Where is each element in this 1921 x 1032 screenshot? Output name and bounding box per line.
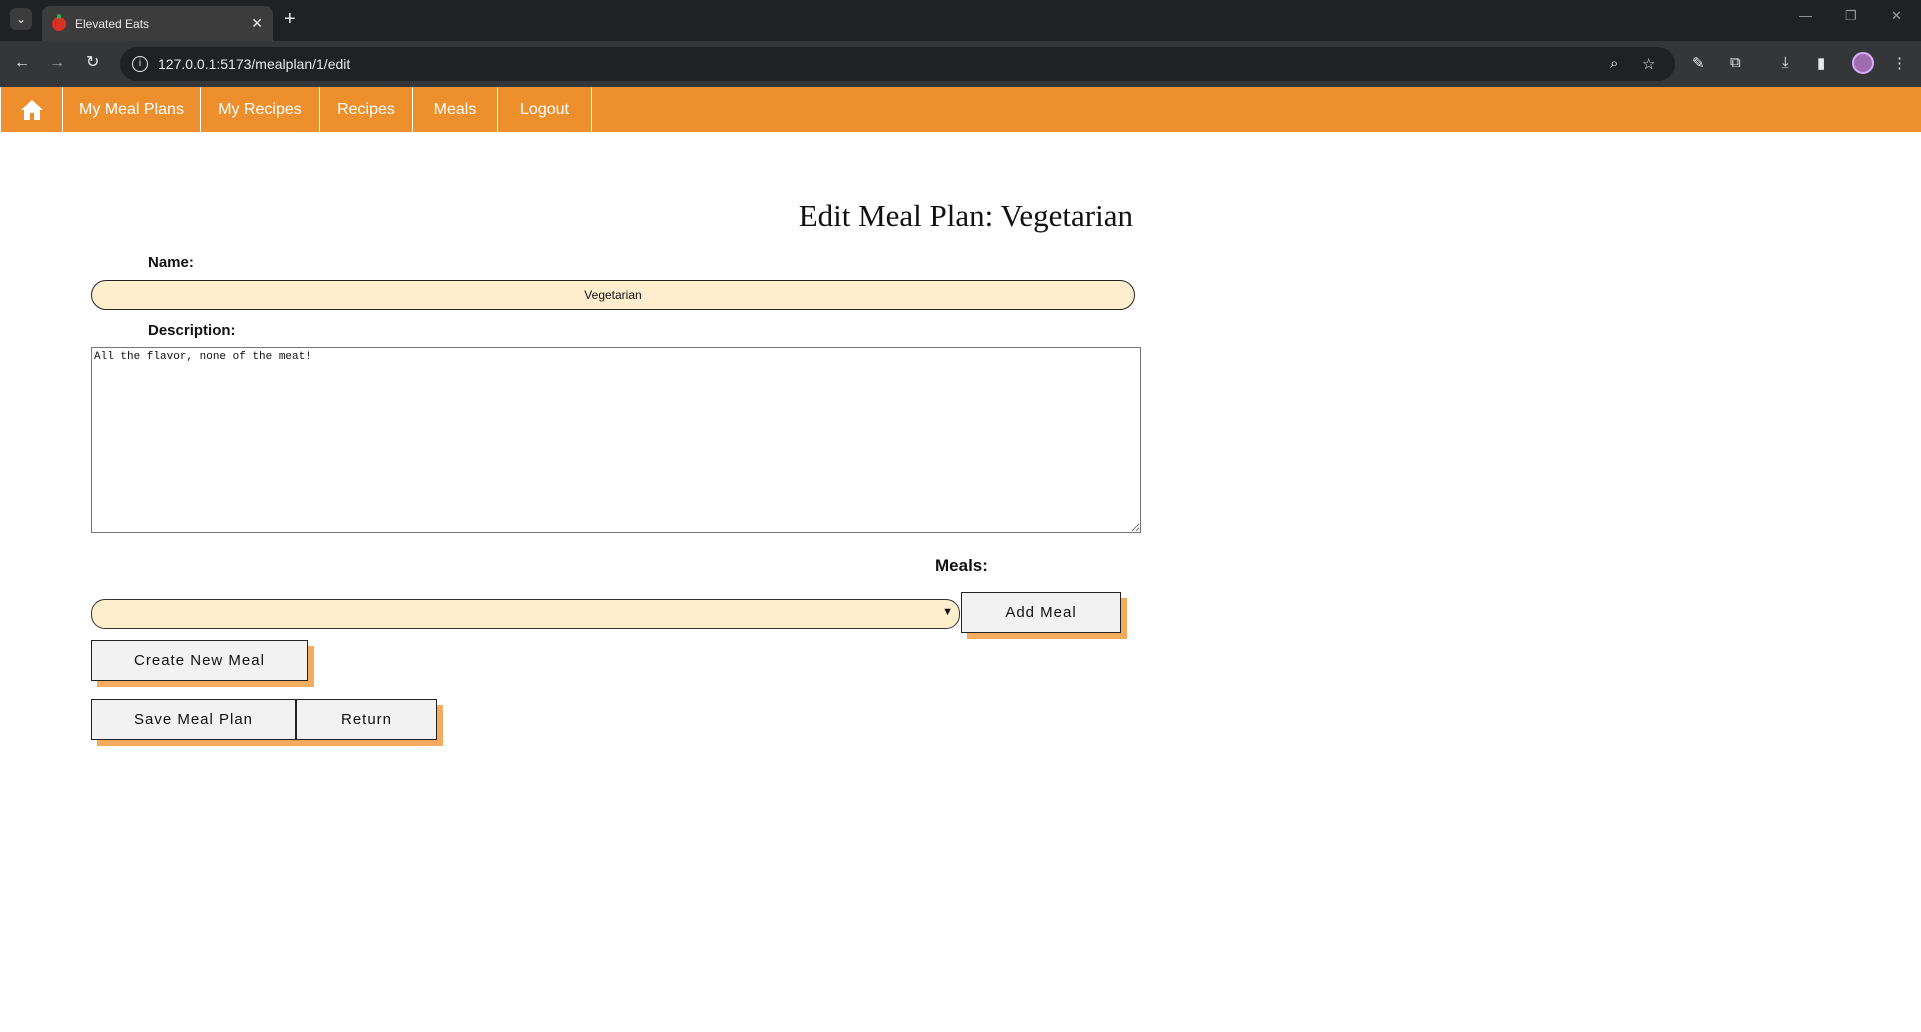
name-input[interactable] xyxy=(91,280,1135,310)
nav-my-recipes[interactable]: My Recipes xyxy=(201,87,320,132)
tab-search-button[interactable]: ⌄ xyxy=(10,8,32,30)
tab-title: Elevated Eats xyxy=(75,16,150,31)
name-label: Name: xyxy=(148,254,194,271)
nav-logout[interactable]: Logout xyxy=(498,87,592,132)
forward-icon[interactable]: → xyxy=(49,53,65,73)
meals-label: Meals: xyxy=(935,556,988,575)
add-meal-button[interactable]: Add Meal xyxy=(961,592,1121,633)
eyedropper-icon[interactable]: ✎ xyxy=(1692,54,1705,72)
nav-meals[interactable]: Meals xyxy=(413,87,498,132)
create-new-meal-button[interactable]: Create New Meal xyxy=(91,640,308,681)
meal-select[interactable]: ▼ xyxy=(91,599,960,629)
profile-avatar[interactable] xyxy=(1852,52,1874,74)
address-url[interactable]: 127.0.0.1:5173/mealplan/1/edit xyxy=(158,56,350,72)
nav-my-meal-plans[interactable]: My Meal Plans xyxy=(63,87,201,132)
zoom-icon[interactable]: ⌕ xyxy=(1610,55,1618,72)
bookmark-star-icon[interactable]: ☆ xyxy=(1642,55,1655,73)
site-info-icon[interactable]: i xyxy=(132,56,148,72)
app-navbar: My Meal Plans My Recipes Recipes Meals L… xyxy=(1,87,1921,132)
address-bar[interactable]: i 127.0.0.1:5173/mealplan/1/edit ⌕ ☆ xyxy=(120,47,1675,81)
close-window-button[interactable]: ✕ xyxy=(1891,8,1902,24)
page-title: Edit Meal Plan: Vegetarian xyxy=(798,198,1133,233)
extensions-icon[interactable]: ⧉ xyxy=(1730,54,1741,71)
browser-toolbar: ← → ↻ i 127.0.0.1:5173/mealplan/1/edit ⌕… xyxy=(0,41,1921,87)
return-button[interactable]: Return xyxy=(296,699,437,740)
browser-tab[interactable]: Elevated Eats ✕ xyxy=(42,6,273,41)
restore-button[interactable]: ❐ xyxy=(1845,8,1857,24)
tab-close-icon[interactable]: ✕ xyxy=(251,15,263,32)
description-label: Description: xyxy=(148,322,236,339)
new-tab-button[interactable]: + xyxy=(284,8,296,30)
home-link[interactable] xyxy=(1,87,63,132)
browser-menu-icon[interactable]: ⋮ xyxy=(1892,54,1907,72)
back-icon[interactable]: ← xyxy=(14,53,30,73)
download-icon[interactable]: ⤓ xyxy=(1782,54,1789,71)
reload-icon[interactable]: ↻ xyxy=(86,53,99,73)
side-panel-icon[interactable]: ▮ xyxy=(1817,54,1825,72)
save-meal-plan-button[interactable]: Save Meal Plan xyxy=(91,699,296,740)
description-textarea[interactable]: All the flavor, none of the meat! xyxy=(91,347,1141,533)
browser-tabbar: ⌄ Elevated Eats ✕ + — ❐ ✕ xyxy=(0,0,1921,41)
pepper-favicon-icon xyxy=(52,13,66,31)
home-icon xyxy=(20,99,43,120)
chevron-down-icon: ▼ xyxy=(942,606,953,618)
nav-recipes[interactable]: Recipes xyxy=(320,87,413,132)
minimize-button[interactable]: — xyxy=(1799,8,1812,23)
